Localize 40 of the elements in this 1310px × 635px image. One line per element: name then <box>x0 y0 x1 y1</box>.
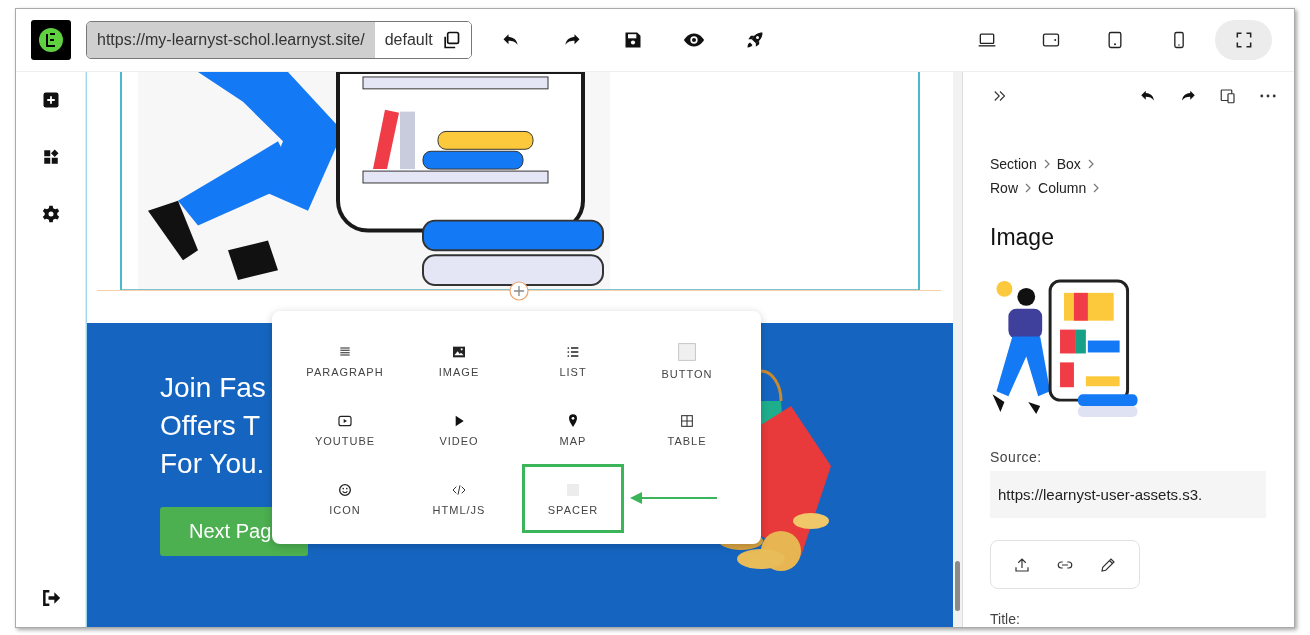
more-icon <box>1260 93 1276 98</box>
menu-item[interactable]: BUTTON <box>636 326 738 395</box>
chevron-icon <box>1086 158 1095 169</box>
breadcrumb-link[interactable]: Column <box>1038 179 1087 196</box>
device-button[interactable] <box>1215 20 1272 60</box>
grid-icon <box>679 412 695 429</box>
breadcrumb-link[interactable]: Row <box>990 179 1018 196</box>
scrollbar[interactable] <box>953 72 962 627</box>
plus-circle-icon[interactable] <box>509 281 529 301</box>
banner-heading: Join Fas <box>160 371 266 405</box>
panel-heading: Image <box>990 223 1055 251</box>
source-field[interactable]: https://learnyst-user-assets.s3. <box>990 470 1266 519</box>
chevron-icon <box>1024 182 1032 193</box>
menu-item[interactable]: IMAGE <box>408 326 510 395</box>
breadcrumb-link[interactable]: Box <box>1056 155 1081 172</box>
banner-heading: For You. <box>160 447 265 481</box>
menu-item[interactable]: MAP <box>522 395 624 464</box>
menu-item[interactable]: LIST <box>522 326 624 395</box>
title-label: Title: <box>990 611 1021 627</box>
logo-icon[interactable] <box>31 20 71 60</box>
menu-item[interactable]: VIDEO <box>408 395 510 464</box>
settings-icon <box>40 204 61 224</box>
menu-item[interactable]: YOUTUBE <box>294 395 396 464</box>
widgets-icon <box>41 148 60 166</box>
menu-item[interactable]: HTML/JS <box>408 464 510 533</box>
image-block[interactable] <box>120 72 920 291</box>
square-icon <box>677 341 697 362</box>
chevron-icon <box>1042 158 1051 169</box>
smiley-icon <box>337 481 353 498</box>
breadcrumb-link[interactable]: Section <box>990 155 1037 172</box>
menu-item[interactable]: SPACER <box>522 464 624 533</box>
chevron-icon <box>1092 182 1101 193</box>
devices-icon <box>1219 86 1237 105</box>
save-icon <box>623 30 644 50</box>
source-label: Source: <box>990 448 1043 465</box>
logout-icon <box>40 588 61 608</box>
menu-item[interactable]: PARAGRAPH <box>294 326 396 395</box>
banner-heading: Offers T <box>160 409 261 443</box>
menu-item[interactable]: TABLE <box>636 395 738 464</box>
plus-square-icon <box>41 91 60 109</box>
